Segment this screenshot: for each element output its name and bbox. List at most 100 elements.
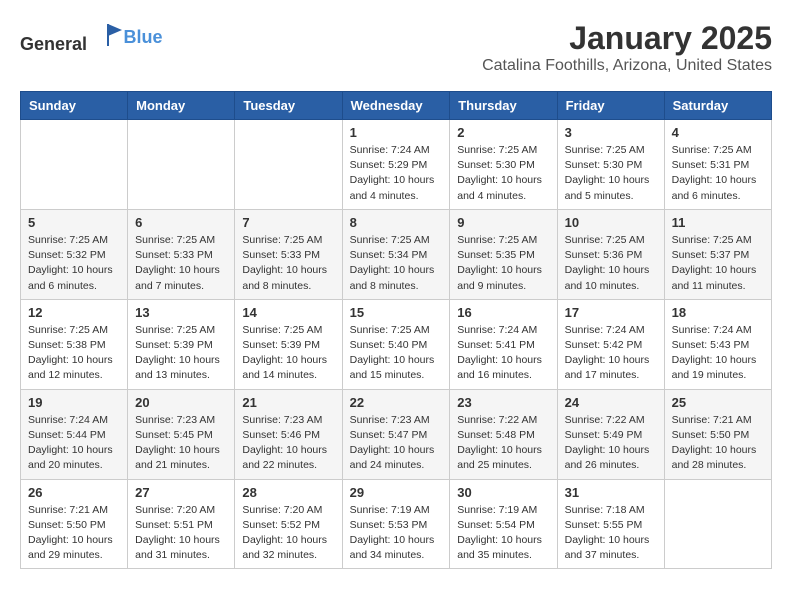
day-info: Sunrise: 7:24 AMSunset: 5:44 PMDaylight:…	[28, 413, 120, 474]
day-number: 11	[672, 215, 764, 230]
day-number: 24	[565, 395, 657, 410]
day-number: 21	[242, 395, 334, 410]
calendar-cell	[235, 120, 342, 210]
calendar-cell: 28 Sunrise: 7:20 AMSunset: 5:52 PMDayligh…	[235, 479, 342, 569]
calendar-cell: 15 Sunrise: 7:25 AMSunset: 5:40 PMDayligh…	[342, 299, 450, 389]
day-info: Sunrise: 7:25 AMSunset: 5:34 PMDaylight:…	[350, 233, 443, 294]
day-number: 1	[350, 125, 443, 140]
day-info: Sunrise: 7:25 AMSunset: 5:31 PMDaylight:…	[672, 143, 764, 204]
day-number: 28	[242, 485, 334, 500]
day-info: Sunrise: 7:22 AMSunset: 5:48 PMDaylight:…	[457, 413, 549, 474]
calendar-cell: 12 Sunrise: 7:25 AMSunset: 5:38 PMDayligh…	[21, 299, 128, 389]
calendar-cell	[664, 479, 771, 569]
day-info: Sunrise: 7:25 AMSunset: 5:37 PMDaylight:…	[672, 233, 764, 294]
day-info: Sunrise: 7:25 AMSunset: 5:38 PMDaylight:…	[28, 323, 120, 384]
day-info: Sunrise: 7:20 AMSunset: 5:51 PMDaylight:…	[135, 503, 227, 564]
day-info: Sunrise: 7:24 AMSunset: 5:29 PMDaylight:…	[350, 143, 443, 204]
calendar-cell: 23 Sunrise: 7:22 AMSunset: 5:48 PMDayligh…	[450, 389, 557, 479]
day-number: 22	[350, 395, 443, 410]
weekday-header-thursday: Thursday	[450, 92, 557, 120]
calendar-cell: 4 Sunrise: 7:25 AMSunset: 5:31 PMDaylight…	[664, 120, 771, 210]
calendar-cell: 29 Sunrise: 7:19 AMSunset: 5:53 PMDayligh…	[342, 479, 450, 569]
day-info: Sunrise: 7:25 AMSunset: 5:30 PMDaylight:…	[457, 143, 549, 204]
day-number: 9	[457, 215, 549, 230]
calendar-cell: 21 Sunrise: 7:23 AMSunset: 5:46 PMDayligh…	[235, 389, 342, 479]
day-info: Sunrise: 7:25 AMSunset: 5:32 PMDaylight:…	[28, 233, 120, 294]
day-number: 31	[565, 485, 657, 500]
day-number: 15	[350, 305, 443, 320]
day-number: 20	[135, 395, 227, 410]
logo-flag-icon	[94, 20, 124, 50]
calendar-cell: 7Sunrise: 7:25 AMSunset: 5:33 PMDaylight…	[235, 209, 342, 299]
day-info: Sunrise: 7:25 AMSunset: 5:33 PMDaylight:…	[135, 233, 227, 294]
calendar-cell	[128, 120, 235, 210]
calendar-cell: 18 Sunrise: 7:24 AMSunset: 5:43 PMDayligh…	[664, 299, 771, 389]
calendar-cell: 11 Sunrise: 7:25 AMSunset: 5:37 PMDayligh…	[664, 209, 771, 299]
calendar-cell: 10Sunrise: 7:25 AMSunset: 5:36 PMDayligh…	[557, 209, 664, 299]
day-info: Sunrise: 7:25 AMSunset: 5:35 PMDaylight:…	[457, 233, 549, 294]
day-info: Sunrise: 7:21 AMSunset: 5:50 PMDaylight:…	[672, 413, 764, 474]
day-number: 7	[242, 215, 334, 230]
day-info: Sunrise: 7:25 AMSunset: 5:30 PMDaylight:…	[565, 143, 657, 204]
calendar-week-3: 12 Sunrise: 7:25 AMSunset: 5:38 PMDayligh…	[21, 299, 772, 389]
day-number: 12	[28, 305, 120, 320]
calendar-cell: 8 Sunrise: 7:25 AMSunset: 5:34 PMDaylight…	[342, 209, 450, 299]
calendar-cell: 13Sunrise: 7:25 AMSunset: 5:39 PMDayligh…	[128, 299, 235, 389]
day-number: 26	[28, 485, 120, 500]
day-info: Sunrise: 7:25 AMSunset: 5:40 PMDaylight:…	[350, 323, 443, 384]
calendar-cell: 26 Sunrise: 7:21 AMSunset: 5:50 PMDayligh…	[21, 479, 128, 569]
weekday-header-monday: Monday	[128, 92, 235, 120]
calendar-cell: 16Sunrise: 7:24 AMSunset: 5:41 PMDayligh…	[450, 299, 557, 389]
logo-blue-text: Blue	[124, 27, 163, 47]
calendar-cell: 9 Sunrise: 7:25 AMSunset: 5:35 PMDaylight…	[450, 209, 557, 299]
calendar-cell: 30Sunrise: 7:19 AMSunset: 5:54 PMDayligh…	[450, 479, 557, 569]
day-number: 23	[457, 395, 549, 410]
day-number: 25	[672, 395, 764, 410]
calendar-cell: 19 Sunrise: 7:24 AMSunset: 5:44 PMDayligh…	[21, 389, 128, 479]
day-number: 18	[672, 305, 764, 320]
day-number: 29	[350, 485, 443, 500]
logo: General Blue	[20, 20, 163, 55]
calendar-week-5: 26 Sunrise: 7:21 AMSunset: 5:50 PMDayligh…	[21, 479, 772, 569]
calendar-cell: 27Sunrise: 7:20 AMSunset: 5:51 PMDayligh…	[128, 479, 235, 569]
calendar-cell: 1 Sunrise: 7:24 AMSunset: 5:29 PMDaylight…	[342, 120, 450, 210]
day-info: Sunrise: 7:24 AMSunset: 5:43 PMDaylight:…	[672, 323, 764, 384]
title-area: January 2025 Catalina Foothills, Arizona…	[482, 20, 772, 75]
day-number: 2	[457, 125, 549, 140]
day-number: 17	[565, 305, 657, 320]
calendar-week-2: 5 Sunrise: 7:25 AMSunset: 5:32 PMDaylight…	[21, 209, 772, 299]
day-info: Sunrise: 7:23 AMSunset: 5:47 PMDaylight:…	[350, 413, 443, 474]
calendar-cell: 25 Sunrise: 7:21 AMSunset: 5:50 PMDayligh…	[664, 389, 771, 479]
logo-general-text: General	[20, 34, 87, 54]
day-info: Sunrise: 7:19 AMSunset: 5:53 PMDaylight:…	[350, 503, 443, 564]
calendar-cell: 3 Sunrise: 7:25 AMSunset: 5:30 PMDaylight…	[557, 120, 664, 210]
calendar: SundayMondayTuesdayWednesdayThursdayFrid…	[20, 91, 772, 569]
day-number: 19	[28, 395, 120, 410]
day-number: 5	[28, 215, 120, 230]
calendar-cell: 22 Sunrise: 7:23 AMSunset: 5:47 PMDayligh…	[342, 389, 450, 479]
day-info: Sunrise: 7:18 AMSunset: 5:55 PMDaylight:…	[565, 503, 657, 564]
weekday-header-saturday: Saturday	[664, 92, 771, 120]
day-info: Sunrise: 7:25 AMSunset: 5:39 PMDaylight:…	[135, 323, 227, 384]
day-info: Sunrise: 7:22 AMSunset: 5:49 PMDaylight:…	[565, 413, 657, 474]
weekday-header-sunday: Sunday	[21, 92, 128, 120]
day-number: 3	[565, 125, 657, 140]
location-title: Catalina Foothills, Arizona, United Stat…	[482, 57, 772, 75]
day-info: Sunrise: 7:21 AMSunset: 5:50 PMDaylight:…	[28, 503, 120, 564]
calendar-cell: 14Sunrise: 7:25 AMSunset: 5:39 PMDayligh…	[235, 299, 342, 389]
day-info: Sunrise: 7:25 AMSunset: 5:39 PMDaylight:…	[242, 323, 334, 384]
day-info: Sunrise: 7:20 AMSunset: 5:52 PMDaylight:…	[242, 503, 334, 564]
day-number: 16	[457, 305, 549, 320]
month-title: January 2025	[482, 20, 772, 57]
calendar-cell: 24 Sunrise: 7:22 AMSunset: 5:49 PMDayligh…	[557, 389, 664, 479]
calendar-week-1: 1 Sunrise: 7:24 AMSunset: 5:29 PMDaylight…	[21, 120, 772, 210]
calendar-cell	[21, 120, 128, 210]
weekday-header-tuesday: Tuesday	[235, 92, 342, 120]
day-number: 4	[672, 125, 764, 140]
calendar-cell: 2 Sunrise: 7:25 AMSunset: 5:30 PMDaylight…	[450, 120, 557, 210]
day-number: 6	[135, 215, 227, 230]
day-info: Sunrise: 7:23 AMSunset: 5:46 PMDaylight:…	[242, 413, 334, 474]
day-info: Sunrise: 7:24 AMSunset: 5:42 PMDaylight:…	[565, 323, 657, 384]
day-info: Sunrise: 7:19 AMSunset: 5:54 PMDaylight:…	[457, 503, 549, 564]
day-number: 8	[350, 215, 443, 230]
